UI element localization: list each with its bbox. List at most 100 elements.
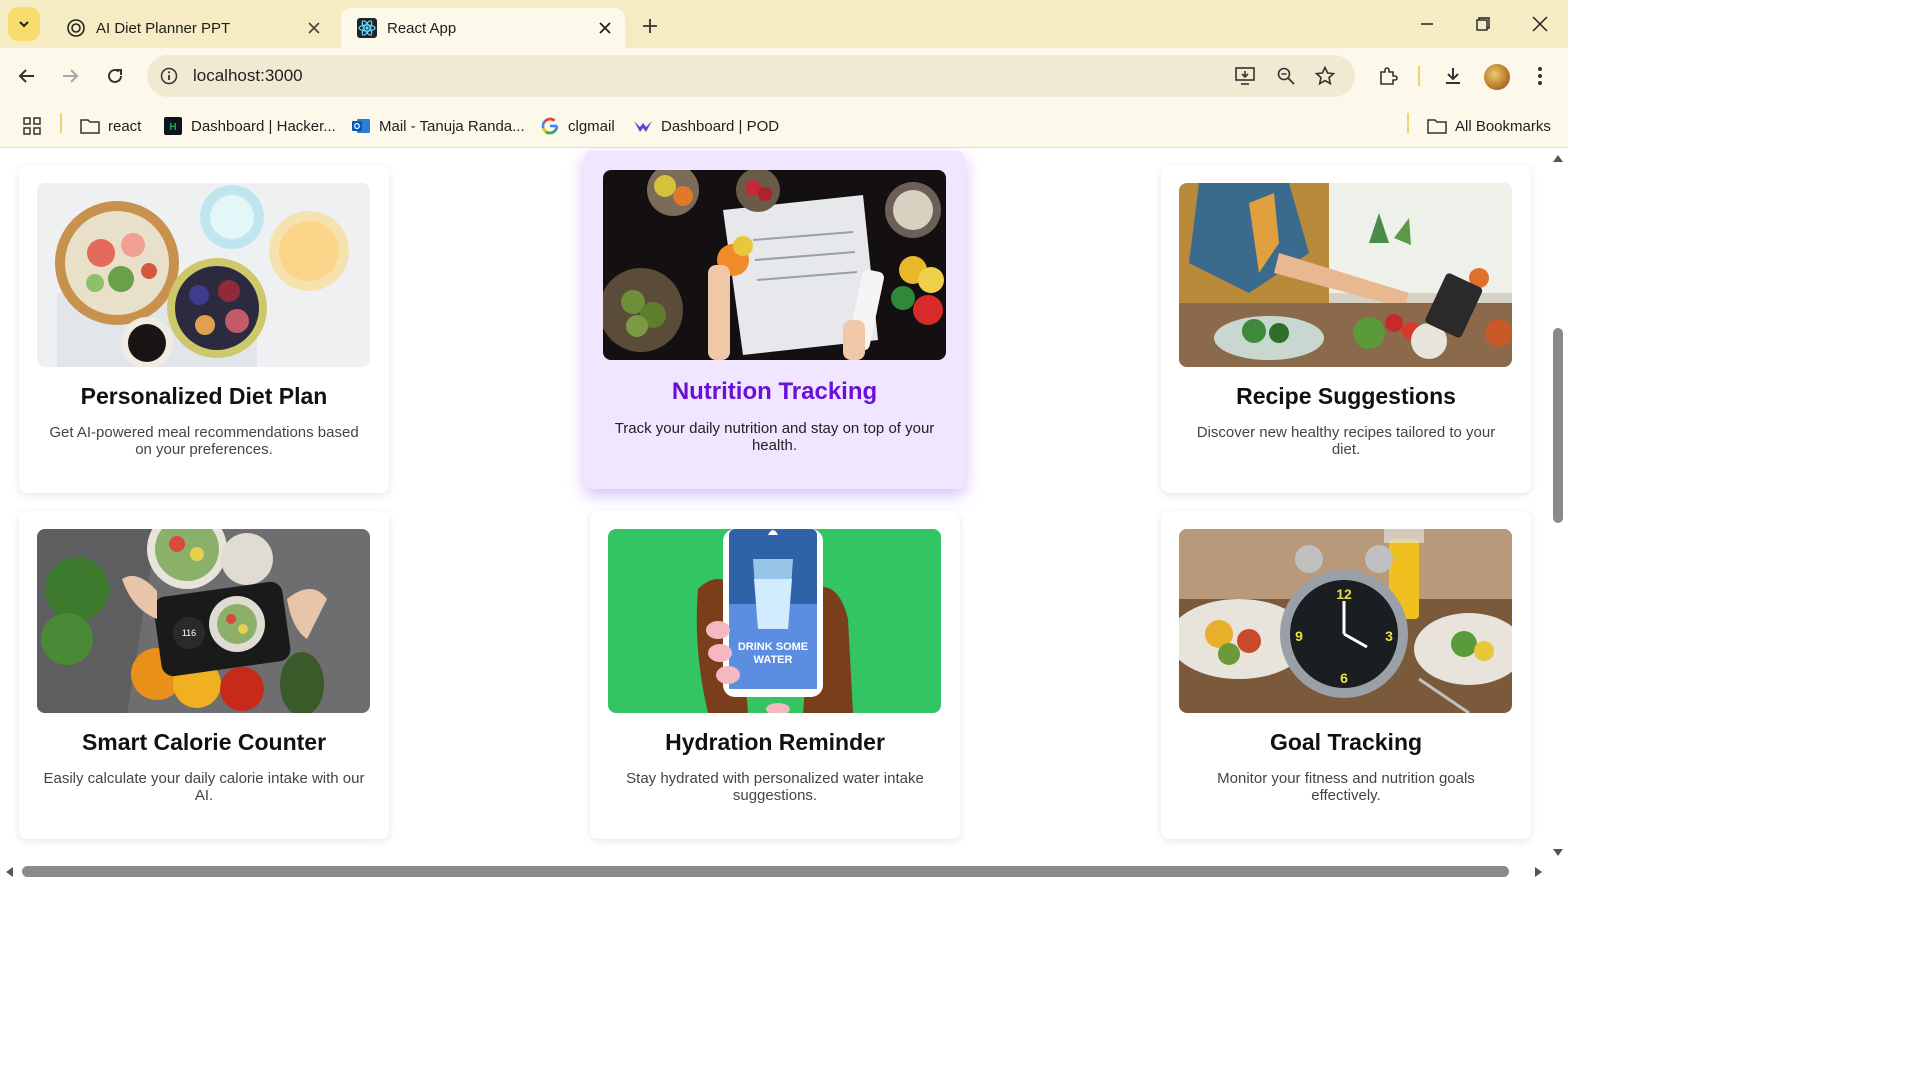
reload-button[interactable] bbox=[101, 62, 129, 90]
site-info-icon[interactable] bbox=[155, 62, 183, 90]
minimize-icon bbox=[1421, 23, 1433, 25]
react-icon bbox=[357, 18, 377, 38]
menu-kebab-icon[interactable] bbox=[1526, 62, 1554, 90]
openai-icon bbox=[66, 18, 86, 38]
vertical-scroll-thumb[interactable] bbox=[1553, 328, 1563, 523]
restore-icon bbox=[1476, 17, 1490, 31]
page-viewport: Personalized Diet Plan Get AI-powered me… bbox=[0, 148, 1550, 863]
toolbar-divider bbox=[1418, 66, 1420, 86]
scroll-left-arrow-icon[interactable] bbox=[3, 866, 15, 878]
hackerrank-icon: H bbox=[163, 116, 183, 136]
calorie-number: 116 bbox=[182, 628, 196, 638]
arrow-right-icon bbox=[63, 69, 79, 83]
bookmark-label: Dashboard | Hacker... bbox=[191, 117, 336, 135]
svg-text:3: 3 bbox=[1385, 628, 1393, 644]
url-text: localhost:3000 bbox=[193, 66, 303, 85]
bookmark-mail[interactable]: O Mail - Tanuja Randa... bbox=[351, 114, 525, 138]
tab-ai-diet-planner[interactable]: AI Diet Planner PPT bbox=[50, 8, 334, 48]
address-bar[interactable]: localhost:3000 bbox=[147, 55, 1355, 97]
minimize-button[interactable] bbox=[1413, 10, 1441, 38]
feature-description: Track your daily nutrition and stay on t… bbox=[614, 420, 935, 454]
bookmarks-bar: react H Dashboard | Hacker... O Mail - T… bbox=[0, 104, 1568, 148]
back-button[interactable] bbox=[13, 62, 41, 90]
svg-text:O: O bbox=[354, 122, 360, 131]
tab-react-app[interactable]: React App bbox=[341, 8, 625, 48]
bookmarks-divider bbox=[60, 113, 62, 133]
feature-title: Personalized Diet Plan bbox=[80, 383, 328, 409]
feature-card-hydration[interactable]: DRINK SOME WATER Hydration Reminder Stay… bbox=[590, 511, 960, 839]
all-bookmarks-button[interactable]: All Bookmarks bbox=[1427, 114, 1551, 138]
feature-title: Recipe Suggestions bbox=[1236, 383, 1456, 409]
feature-card-goal-tracking[interactable]: 12 3 6 9 Goal Tracking Monitor your fitn… bbox=[1161, 511, 1531, 839]
bookmark-star-icon[interactable] bbox=[1311, 62, 1339, 90]
apps-grid-button[interactable] bbox=[22, 114, 50, 138]
extensions-icon[interactable] bbox=[1374, 62, 1402, 90]
goal-tracking-image: 12 3 6 9 bbox=[1179, 529, 1512, 713]
bookmarks-divider bbox=[1407, 113, 1409, 133]
scroll-right-arrow-icon[interactable] bbox=[1533, 866, 1545, 878]
close-tab-icon[interactable] bbox=[304, 18, 324, 38]
bookmark-hackerrank[interactable]: H Dashboard | Hacker... bbox=[163, 114, 336, 138]
reload-icon bbox=[108, 68, 122, 83]
nutrition-tracking-image bbox=[603, 170, 946, 360]
chevron-down-icon bbox=[19, 21, 29, 28]
install-app-icon[interactable] bbox=[1231, 62, 1259, 90]
scroll-down-arrow-icon[interactable] bbox=[1552, 847, 1564, 859]
download-icon[interactable] bbox=[1439, 62, 1467, 90]
bookmark-label: Mail - Tanuja Randa... bbox=[379, 117, 525, 135]
restore-button[interactable] bbox=[1469, 10, 1497, 38]
bookmark-clgmail[interactable]: clgmail bbox=[540, 114, 615, 138]
horizontal-scroll-thumb[interactable] bbox=[22, 866, 1509, 877]
bookmark-label: Dashboard | POD bbox=[661, 117, 780, 135]
bookmark-label: clgmail bbox=[568, 117, 615, 135]
profile-avatar[interactable] bbox=[1484, 64, 1510, 90]
forward-button[interactable] bbox=[56, 62, 84, 90]
bookmark-pod[interactable]: Dashboard | POD bbox=[633, 114, 779, 138]
arrow-left-icon bbox=[18, 69, 34, 83]
feature-title: Nutrition Tracking bbox=[671, 378, 878, 405]
zoom-icon[interactable] bbox=[1272, 62, 1300, 90]
new-tab-button[interactable] bbox=[637, 13, 663, 39]
browser-toolbar: localhost:3000 bbox=[0, 48, 1568, 104]
google-icon bbox=[540, 116, 560, 136]
feature-description: Discover new healthy recipes tailored to… bbox=[1196, 424, 1496, 458]
calorie-counter-image: 116 bbox=[37, 529, 370, 713]
svg-text:9: 9 bbox=[1295, 628, 1303, 644]
tab-search-button[interactable] bbox=[8, 7, 40, 41]
tab-strip: AI Diet Planner PPT React App bbox=[0, 0, 1568, 48]
bookmark-label: react bbox=[108, 117, 142, 135]
scroll-up-arrow-icon[interactable] bbox=[1552, 152, 1564, 164]
recipe-suggestions-image bbox=[1179, 183, 1512, 367]
water-label-line1: DRINK SOME bbox=[738, 641, 808, 653]
feature-description: Stay hydrated with personalized water in… bbox=[626, 770, 924, 804]
outlook-icon: O bbox=[351, 116, 371, 136]
feature-description: Easily calculate your daily calorie inta… bbox=[43, 770, 365, 804]
feature-card-recipe-suggestions[interactable]: Recipe Suggestions Discover new healthy … bbox=[1161, 165, 1531, 493]
diet-plan-image bbox=[37, 183, 370, 367]
hydration-image: DRINK SOME WATER bbox=[608, 529, 941, 713]
svg-text:6: 6 bbox=[1340, 670, 1348, 686]
folder-icon bbox=[1427, 116, 1447, 136]
close-icon bbox=[1532, 16, 1548, 32]
svg-text:H: H bbox=[169, 122, 176, 133]
all-bookmarks-label: All Bookmarks bbox=[1455, 117, 1551, 135]
folder-icon bbox=[80, 116, 100, 136]
close-window-button[interactable] bbox=[1526, 10, 1554, 38]
feature-card-calorie-counter[interactable]: 116 Smart Calorie Counter Easily calcula… bbox=[19, 511, 389, 839]
bookmark-react[interactable]: react bbox=[80, 114, 141, 138]
feature-description: Monitor your fitness and nutrition goals… bbox=[1217, 770, 1475, 804]
feature-title: Goal Tracking bbox=[1269, 729, 1423, 755]
tab-title: AI Diet Planner PPT bbox=[96, 19, 231, 37]
pod-logo-icon bbox=[633, 116, 653, 136]
feature-title: Hydration Reminder bbox=[665, 729, 885, 755]
feature-title: Smart Calorie Counter bbox=[81, 729, 327, 755]
tab-title: React App bbox=[387, 19, 457, 37]
svg-text:12: 12 bbox=[1336, 586, 1352, 602]
apps-grid-icon bbox=[22, 116, 42, 136]
close-tab-icon[interactable] bbox=[595, 18, 615, 38]
plus-icon bbox=[643, 19, 657, 33]
feature-description: Get AI-powered meal recommendations base… bbox=[49, 424, 359, 458]
feature-card-nutrition-tracking[interactable]: Nutrition Tracking Track your daily nutr… bbox=[584, 151, 965, 489]
water-label-line2: WATER bbox=[754, 654, 793, 666]
feature-card-diet-plan[interactable]: Personalized Diet Plan Get AI-powered me… bbox=[19, 165, 389, 493]
